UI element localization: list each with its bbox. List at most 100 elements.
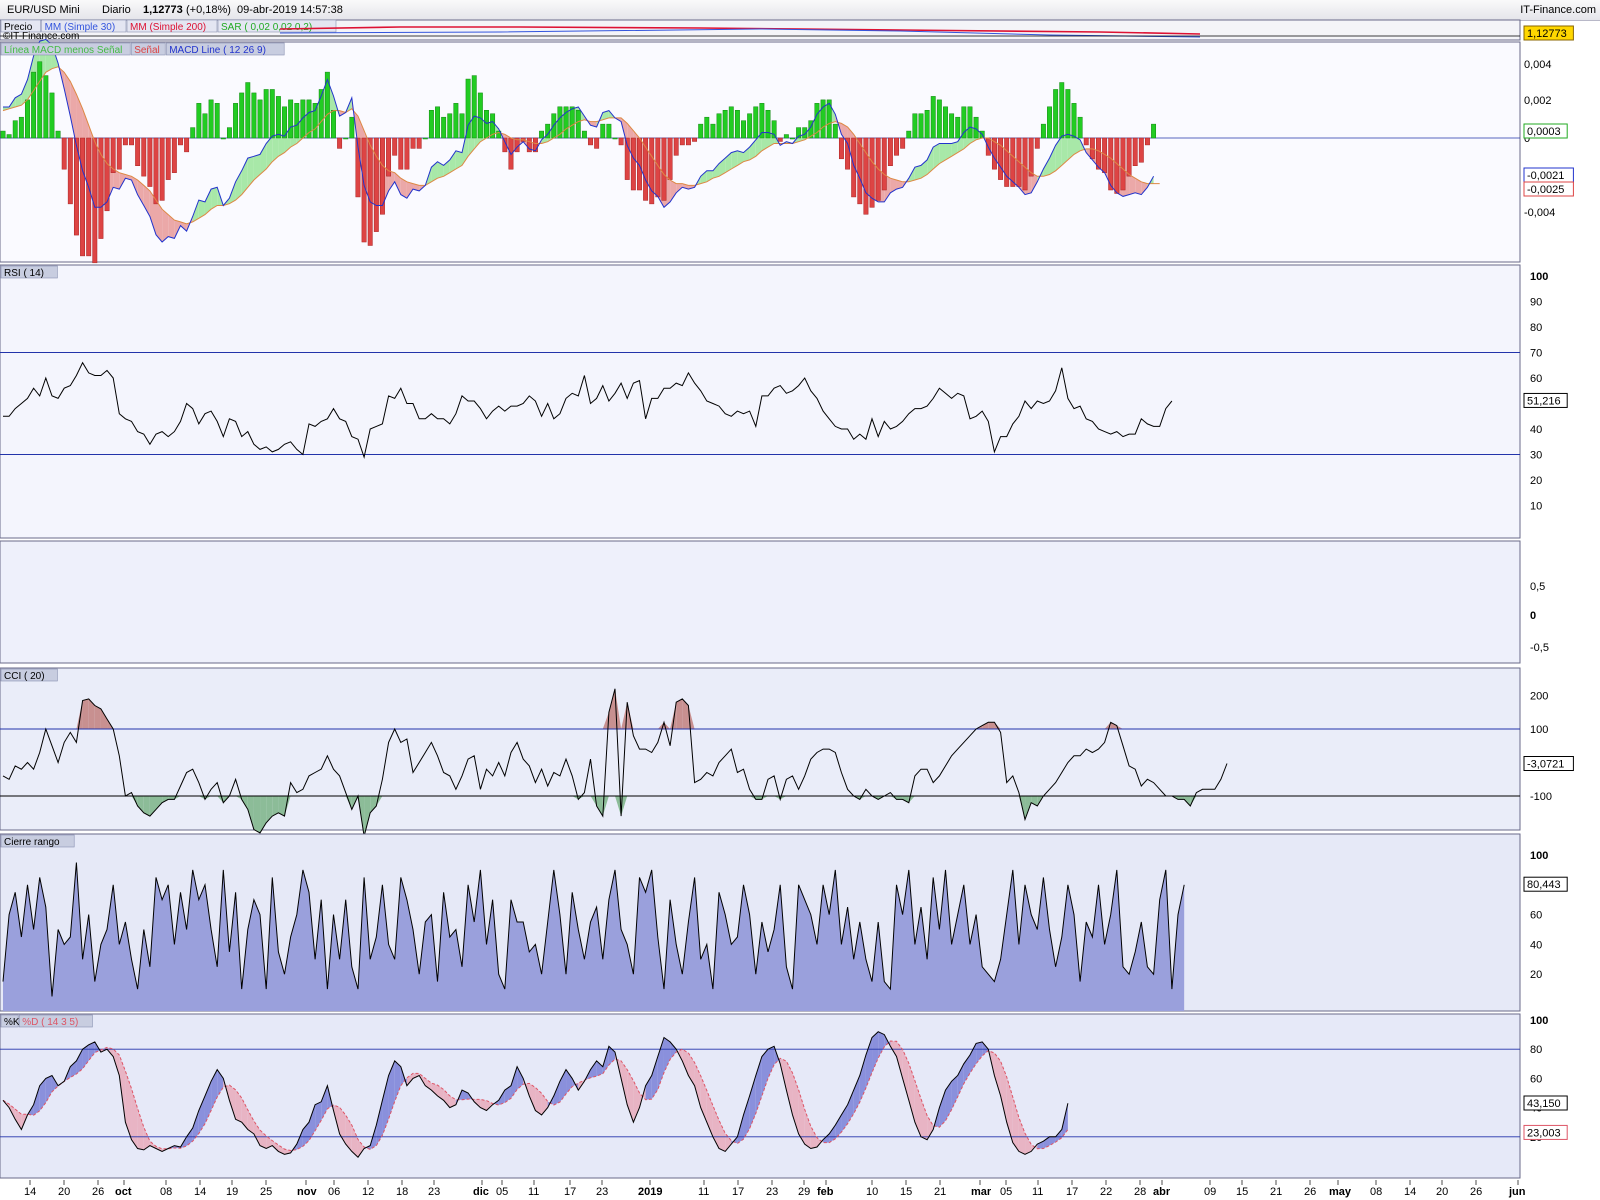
macd-histogram-bar <box>606 123 612 139</box>
macd-histogram-bar <box>337 137 343 149</box>
macd-histogram-bar <box>1096 137 1101 170</box>
macd-histogram-bar <box>728 106 734 139</box>
macd-histogram-bar <box>367 137 373 246</box>
macd-histogram-bar <box>894 137 899 156</box>
macd-histogram-bar <box>949 113 955 139</box>
macd-last-signal: -0,0025 <box>1527 184 1564 196</box>
macd-histogram-bar <box>594 137 600 149</box>
macd-histogram-bar <box>147 137 153 187</box>
x-axis-label: 18 <box>396 1186 408 1198</box>
macd-histogram-bar <box>1004 137 1010 187</box>
macd-histogram-bar <box>18 116 24 139</box>
rsi-y-tick: 40 <box>1530 424 1542 436</box>
macd-y-tick: 0,002 <box>1524 95 1552 107</box>
stochastic-y-tick: 80 <box>1530 1044 1542 1056</box>
macd-histogram-bar <box>0 130 6 139</box>
macd-histogram-bar <box>973 116 979 139</box>
macd-histogram-bar <box>300 99 306 139</box>
macd-histogram-bar <box>588 137 593 146</box>
rsi-title: RSI ( 14) <box>4 268 44 279</box>
price-legend-2: MM (Simple 200) <box>130 22 206 33</box>
range-close-y-tick: 60 <box>1530 910 1542 922</box>
stochastic-legend-k: %K <box>4 1017 20 1028</box>
x-axis-label: 22 <box>1100 1186 1112 1198</box>
x-axis-label: 09 <box>1204 1186 1216 1198</box>
macd-histogram-bar <box>257 99 263 139</box>
stochastic-last-k: 43,150 <box>1527 1098 1561 1110</box>
macd-histogram-bar <box>373 137 379 232</box>
macd-histogram-bar <box>104 137 110 212</box>
macd-histogram-bar <box>288 99 294 139</box>
macd-legend-signal: Señal <box>134 45 160 56</box>
macd-histogram-bar <box>202 113 208 139</box>
x-axis-label: 23 <box>596 1186 608 1198</box>
macd-fill <box>914 165 921 180</box>
macd-histogram-bar <box>771 120 777 139</box>
macd-histogram-bar <box>618 137 624 146</box>
macd-histogram-bar <box>955 116 961 139</box>
rsi-y-tick: 70 <box>1530 348 1542 360</box>
macd-histogram-bar <box>263 89 269 139</box>
macd-histogram-bar <box>465 78 471 139</box>
macd-histogram-bar <box>116 137 122 170</box>
macd-histogram-bar <box>1114 137 1120 194</box>
macd-histogram-bar <box>349 116 355 139</box>
macd-histogram-bar <box>832 123 838 139</box>
macd-histogram-bar <box>153 137 159 205</box>
macd-histogram-bar <box>61 137 67 170</box>
macd-histogram-bar <box>704 116 710 139</box>
x-axis-label: 14 <box>24 1186 36 1198</box>
chart-canvas: Precio MM (Simple 30) MM (Simple 200) SAR (… <box>0 19 1600 1200</box>
macd-histogram-bar <box>233 103 239 139</box>
x-axis-label: 15 <box>900 1186 912 1198</box>
macd-histogram-bar <box>673 137 679 156</box>
macd-histogram-bar <box>918 113 924 139</box>
cci-title: CCI ( 20) <box>4 671 45 682</box>
x-axis-label: 23 <box>766 1186 778 1198</box>
range-close-y-tick: 20 <box>1530 969 1542 981</box>
cci-overbought-fill <box>82 698 89 729</box>
macd-histogram-bar <box>453 103 459 139</box>
macd-histogram-bar <box>416 137 422 149</box>
empty-y-tick: 0 <box>1530 610 1536 622</box>
macd-histogram-bar <box>245 82 251 139</box>
x-axis-label: 11 <box>698 1186 709 1198</box>
x-axis-label: 05 <box>496 1186 508 1198</box>
macd-histogram-bar <box>1151 123 1157 139</box>
macd-histogram-bar <box>716 113 722 139</box>
macd-histogram-bar <box>190 127 196 139</box>
macd-histogram-bar <box>1053 89 1059 139</box>
macd-histogram-bar <box>55 130 61 139</box>
macd-histogram-bar <box>471 75 477 139</box>
cci-oversold-fill <box>253 796 261 833</box>
x-axis-label: may <box>1329 1186 1352 1198</box>
cci-overbought-fill <box>988 722 995 729</box>
stochastic-y-tick: 100 <box>1530 1015 1548 1027</box>
x-axis-label: 21 <box>934 1186 946 1198</box>
macd-histogram-bar <box>49 92 55 139</box>
macd-last-macd: -0,0021 <box>1527 170 1564 182</box>
macd-histogram-bar <box>1083 137 1089 146</box>
x-axis-label: 20 <box>1436 1186 1448 1198</box>
macd-histogram-bar <box>1077 116 1083 139</box>
cci-oversold-fill <box>755 796 762 800</box>
x-axis-label: 23 <box>428 1186 440 1198</box>
macd-histogram-bar <box>1059 82 1065 139</box>
macd-histogram-bar <box>220 137 226 140</box>
x-axis-label: dic <box>473 1186 489 1198</box>
empty-panel <box>0 540 1521 664</box>
rsi-y-tick: 80 <box>1530 322 1542 334</box>
macd-histogram-bar <box>343 137 349 140</box>
macd-histogram-bar <box>600 123 606 139</box>
x-axis-label: 11 <box>1032 1186 1043 1198</box>
macd-histogram-bar <box>734 110 740 139</box>
macd-histogram-bar <box>269 89 275 139</box>
macd-histogram-bar <box>649 137 655 205</box>
macd-histogram-bar <box>435 106 440 139</box>
cci-oversold-fill <box>1178 796 1185 800</box>
macd-histogram-bar <box>324 71 330 139</box>
x-axis-label: 2019 <box>638 1186 662 1198</box>
macd-histogram-bar <box>294 103 300 139</box>
cci-y-tick: 200 <box>1530 691 1548 703</box>
range-close-y-tick: 100 <box>1530 850 1548 862</box>
